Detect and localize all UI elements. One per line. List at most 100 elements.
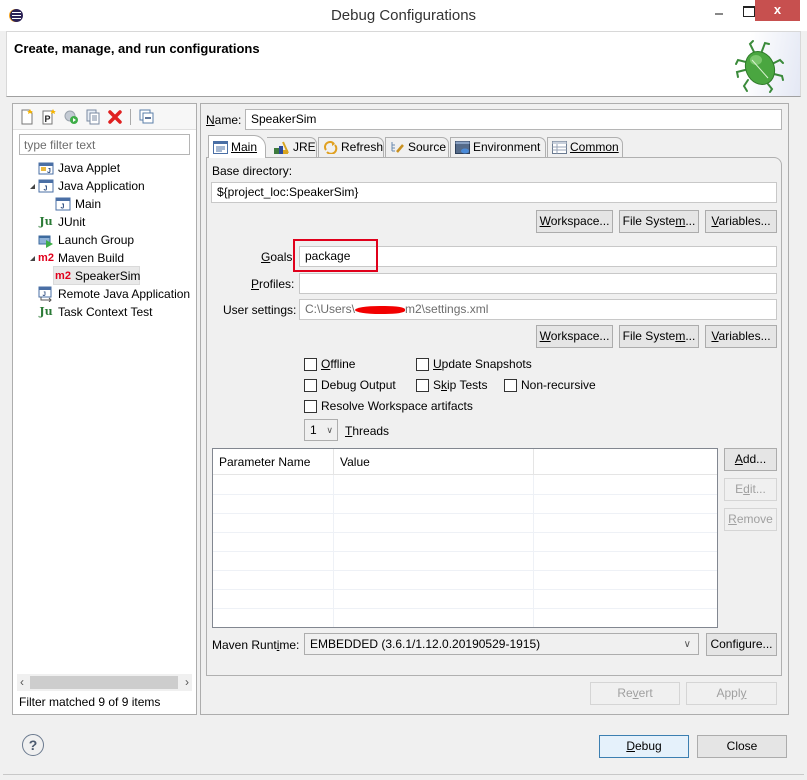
tab-common[interactable]: Common: [547, 137, 623, 157]
configuration-tabs: Main JRE Refresh Source Environment Comm…: [206, 135, 786, 158]
window-title: Debug Configurations: [330, 7, 477, 24]
user-settings-label: User settings:: [223, 303, 297, 317]
parameter-table[interactable]: Parameter Name Value: [212, 448, 718, 628]
scroll-right-icon[interactable]: ›: [185, 674, 189, 691]
svg-text:J: J: [43, 292, 46, 298]
profiles-input[interactable]: [299, 273, 777, 294]
chevron-down-icon: ∨: [326, 425, 333, 435]
user-settings-workspace-button[interactable]: Workspace...: [536, 325, 613, 348]
refresh-icon: [324, 141, 338, 154]
remote-java-icon: J: [38, 286, 54, 303]
configuration-list-panel: P J Java Applet J Java Application J Mai…: [12, 103, 197, 715]
title-bar: Debug Configurations x: [0, 0, 807, 31]
help-icon[interactable]: ?: [22, 734, 44, 756]
filter-input[interactable]: [19, 134, 190, 155]
goals-label: Goals:: [261, 250, 296, 264]
threads-value: 1: [310, 423, 317, 437]
filter-status: Filter matched 9 of 9 items: [19, 695, 161, 709]
table-row: [213, 533, 717, 552]
dialog-heading: Create, manage, and run configurations: [14, 41, 260, 56]
table-row: [213, 552, 717, 571]
user-settings-variables-button[interactable]: Variables...: [705, 325, 777, 348]
revert-button[interactable]: Revert: [590, 682, 680, 705]
tab-content-main: Base directory: ${project_loc:SpeakerSim…: [206, 157, 782, 676]
close-icon: x: [773, 2, 782, 17]
table-row: [213, 571, 717, 590]
tree-item-label: SpeakerSim: [75, 269, 141, 283]
expander-expanded-icon[interactable]: [30, 184, 35, 189]
tree-item-label: Task Context Test: [58, 305, 153, 319]
svg-text:J: J: [44, 186, 48, 193]
tree-item-label: JUnit: [58, 215, 86, 229]
edit-parameter-button[interactable]: Edit...: [724, 478, 777, 501]
maven-runtime-label: Maven Runtime:: [212, 638, 300, 652]
close-window-button[interactable]: x: [755, 0, 800, 21]
base-directory-workspace-button[interactable]: Workspace...: [536, 210, 613, 233]
name-label: Name:: [206, 113, 242, 127]
user-settings-input[interactable]: C:\Users\ m2\settings.xml: [299, 299, 777, 320]
base-directory-filesystem-button[interactable]: File System...: [619, 210, 699, 233]
scrollbar-thumb[interactable]: [30, 676, 178, 689]
tree-item-label: Maven Build: [58, 251, 125, 265]
table-row: [213, 495, 717, 514]
toolbar-separator: [130, 109, 131, 125]
tab-jre[interactable]: JRE: [267, 137, 317, 157]
base-directory-variables-button[interactable]: Variables...: [705, 210, 777, 233]
main-tab-icon: [213, 141, 228, 154]
debug-button[interactable]: Debug: [599, 735, 689, 758]
column-header-parameter-name[interactable]: Parameter Name: [213, 449, 334, 475]
user-settings-filesystem-button[interactable]: File System...: [619, 325, 699, 348]
maven-icon: m2: [55, 270, 71, 282]
delete-configuration-icon[interactable]: [107, 109, 123, 125]
tab-label: Environment: [473, 140, 541, 154]
minimize-button[interactable]: [705, 0, 733, 22]
bug-icon: [735, 40, 784, 93]
svg-text:P: P: [45, 114, 51, 124]
java-application-icon: J: [38, 178, 54, 194]
goals-highlight-box: [293, 239, 378, 272]
configure-button[interactable]: Configure...: [706, 633, 777, 656]
task-context-test-icon: Ju: [39, 305, 53, 318]
svg-text:J: J: [61, 204, 65, 211]
tree-item-speakersim[interactable]: m2 SpeakerSim: [53, 266, 140, 285]
new-prototype-icon[interactable]: P: [41, 109, 57, 125]
name-input[interactable]: SpeakerSim: [245, 109, 782, 130]
threads-select[interactable]: 1 ∨: [304, 419, 338, 441]
add-parameter-button[interactable]: Add...: [724, 448, 777, 471]
maven-runtime-select[interactable]: EMBEDDED (3.6.1/1.12.0.20190529-1915) ∨: [304, 633, 699, 655]
java-application-icon: J: [55, 196, 71, 212]
chevron-down-icon: ∨: [683, 639, 691, 650]
scroll-left-icon[interactable]: ‹: [20, 674, 24, 691]
tree-item-label: Remote Java Application: [58, 287, 191, 301]
export-configuration-icon[interactable]: [63, 109, 79, 125]
horizontal-scrollbar[interactable]: ‹ ›: [17, 674, 192, 691]
maven-runtime-value: EMBEDDED (3.6.1/1.12.0.20190529-1915): [310, 637, 541, 651]
tab-environment[interactable]: Environment: [450, 137, 546, 157]
tree-item-label: Main: [75, 197, 102, 211]
column-header-empty: [534, 449, 717, 475]
column-header-value[interactable]: Value: [334, 449, 534, 475]
svg-text:J: J: [47, 168, 51, 175]
remove-parameter-button[interactable]: Remove: [724, 508, 777, 531]
table-row: [213, 476, 717, 495]
duplicate-configuration-icon[interactable]: [85, 109, 101, 125]
redaction-mark: [355, 305, 406, 314]
user-settings-path-suffix: m2\settings.xml: [405, 302, 489, 316]
apply-button[interactable]: Apply: [686, 682, 777, 705]
base-directory-label: Base directory:: [212, 164, 293, 178]
tab-source[interactable]: Source: [385, 137, 449, 157]
tree-item-label: Java Applet: [58, 161, 121, 175]
tab-refresh[interactable]: Refresh: [318, 137, 384, 157]
tree-item-label: Java Application: [58, 179, 145, 193]
base-directory-input[interactable]: ${project_loc:SpeakerSim}: [211, 182, 777, 203]
close-button[interactable]: Close: [697, 735, 787, 758]
collapse-all-icon[interactable]: [139, 109, 155, 125]
threads-label: Threads: [345, 424, 390, 438]
dialog-bottom-border: [3, 774, 804, 775]
jre-icon: [274, 141, 289, 154]
new-configuration-icon[interactable]: [19, 109, 35, 125]
table-row: [213, 514, 717, 533]
expander-expanded-icon[interactable]: [30, 256, 35, 261]
tab-main[interactable]: Main: [208, 135, 266, 158]
java-applet-icon: J: [38, 160, 54, 176]
